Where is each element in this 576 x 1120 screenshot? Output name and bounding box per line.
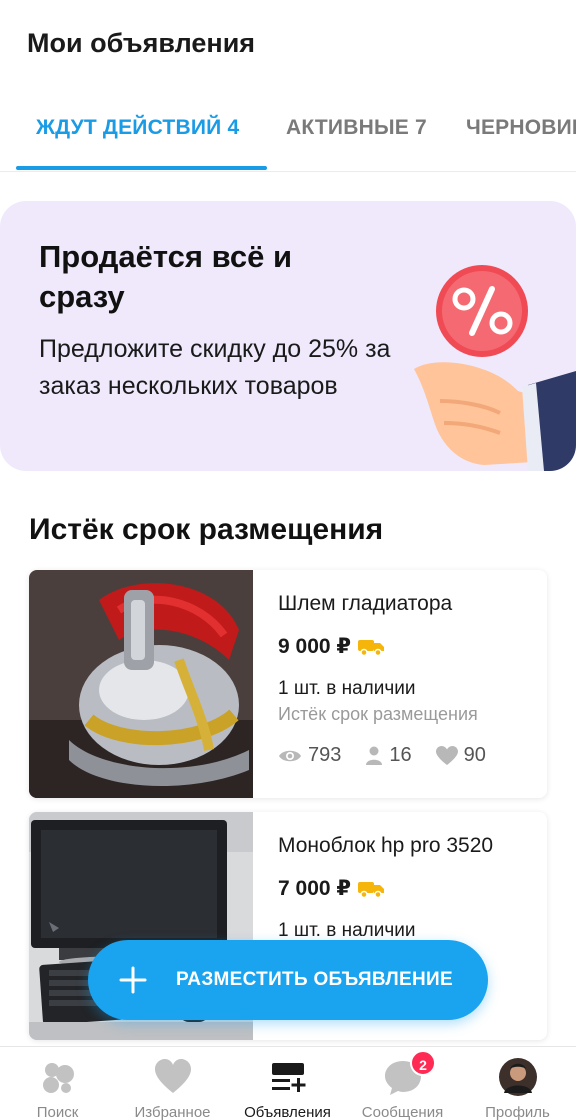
page-title: Мои объявления — [27, 28, 256, 58]
nav-search[interactable]: Поиск — [0, 1047, 115, 1120]
nav-favorites-label: Избранное — [134, 1104, 211, 1120]
post-listing-button[interactable]: РАЗМЕСТИТЬ ОБЪЯВЛЕНИЕ — [88, 940, 488, 1020]
stock-status: 1 шт. в наличии — [278, 678, 416, 699]
contacts-count: 16 — [389, 744, 412, 766]
percent-coin-hand-icon — [414, 265, 576, 471]
avatar — [499, 1058, 537, 1096]
nav-favorites[interactable]: Избранное — [115, 1047, 230, 1120]
unread-badge: 2 — [410, 1050, 436, 1076]
tab-awaiting-action[interactable]: ЖДУТ ДЕЙСТВИЙ 4 — [36, 116, 239, 140]
tab-active[interactable]: АКТИВНЫЕ 7 — [286, 116, 427, 140]
nav-listings-label: Объявления — [244, 1104, 331, 1120]
listing-price: 9 000 ₽ — [278, 635, 351, 658]
person-icon — [366, 746, 383, 765]
favorites-count: 90 — [463, 744, 486, 766]
tab-drafts[interactable]: ЧЕРНОВИКИ — [466, 116, 576, 140]
delivery-truck-icon — [358, 639, 384, 656]
delivery-truck-icon — [358, 881, 384, 898]
contacts-stat: 16 — [365, 744, 412, 767]
nav-profile[interactable]: Профиль — [460, 1047, 575, 1120]
listing-status: Истёк срок размещения — [278, 704, 478, 724]
listing-info: Шлем гладиатора 9 000 ₽ 1 шт. в наличии … — [278, 570, 538, 798]
stock-status: 1 шт. в наличии — [278, 920, 416, 941]
tab-bar: ЖДУТ ДЕЙСТВИЙ 4 АКТИВНЫЕ 7 ЧЕРНОВИКИ — [0, 100, 576, 172]
search-dots-icon — [43, 1063, 74, 1093]
listing-price: 7 000 ₽ — [278, 877, 351, 900]
app-header: Мои объявления ЖДУТ ДЕЙСТВИЙ 4 АКТИВНЫЕ … — [0, 0, 576, 172]
promo-banner[interactable]: Продаётся всё и сразу Предложите скидку … — [0, 201, 576, 471]
views-count: 793 — [308, 744, 342, 766]
post-listing-label: РАЗМЕСТИТЬ ОБЪЯВЛЕНИЕ — [176, 969, 453, 990]
nav-messages-label: Сообщения — [361, 1104, 444, 1120]
nav-search-label: Поиск — [36, 1104, 79, 1120]
price-row: 9 000 ₽ — [278, 634, 385, 659]
listing-title[interactable]: Шлем гладиатора — [278, 592, 452, 616]
active-tab-indicator — [16, 166, 267, 170]
heart-icon — [435, 745, 458, 765]
views-stat: 793 — [278, 744, 341, 767]
section-title-expired: Истёк срок размещения — [29, 513, 384, 546]
listing-title[interactable]: Моноблок hp pro 3520 — [278, 834, 493, 858]
listing-card[interactable]: Шлем гладиатора 9 000 ₽ 1 шт. в наличии … — [29, 570, 547, 798]
banner-title: Продаётся всё и сразу — [39, 239, 293, 314]
nav-messages[interactable]: 2 Сообщения — [345, 1047, 460, 1120]
plus-icon — [119, 966, 147, 994]
banner-text: Предложите скидку до 25% за заказ нескол… — [39, 335, 391, 400]
nav-listings[interactable]: Объявления — [230, 1047, 345, 1120]
favorites-stat: 90 — [435, 744, 486, 767]
eye-icon — [279, 750, 301, 761]
bottom-navigation: Поиск Избранное Объявления 2 Сообщения П… — [0, 1046, 576, 1120]
listing-stats: 793 16 90 — [278, 744, 486, 767]
heart-icon — [155, 1059, 191, 1093]
nav-profile-label: Профиль — [485, 1104, 550, 1120]
price-row: 7 000 ₽ — [278, 876, 385, 901]
listing-photo-helmet[interactable] — [29, 570, 253, 798]
listings-add-icon — [272, 1063, 306, 1092]
